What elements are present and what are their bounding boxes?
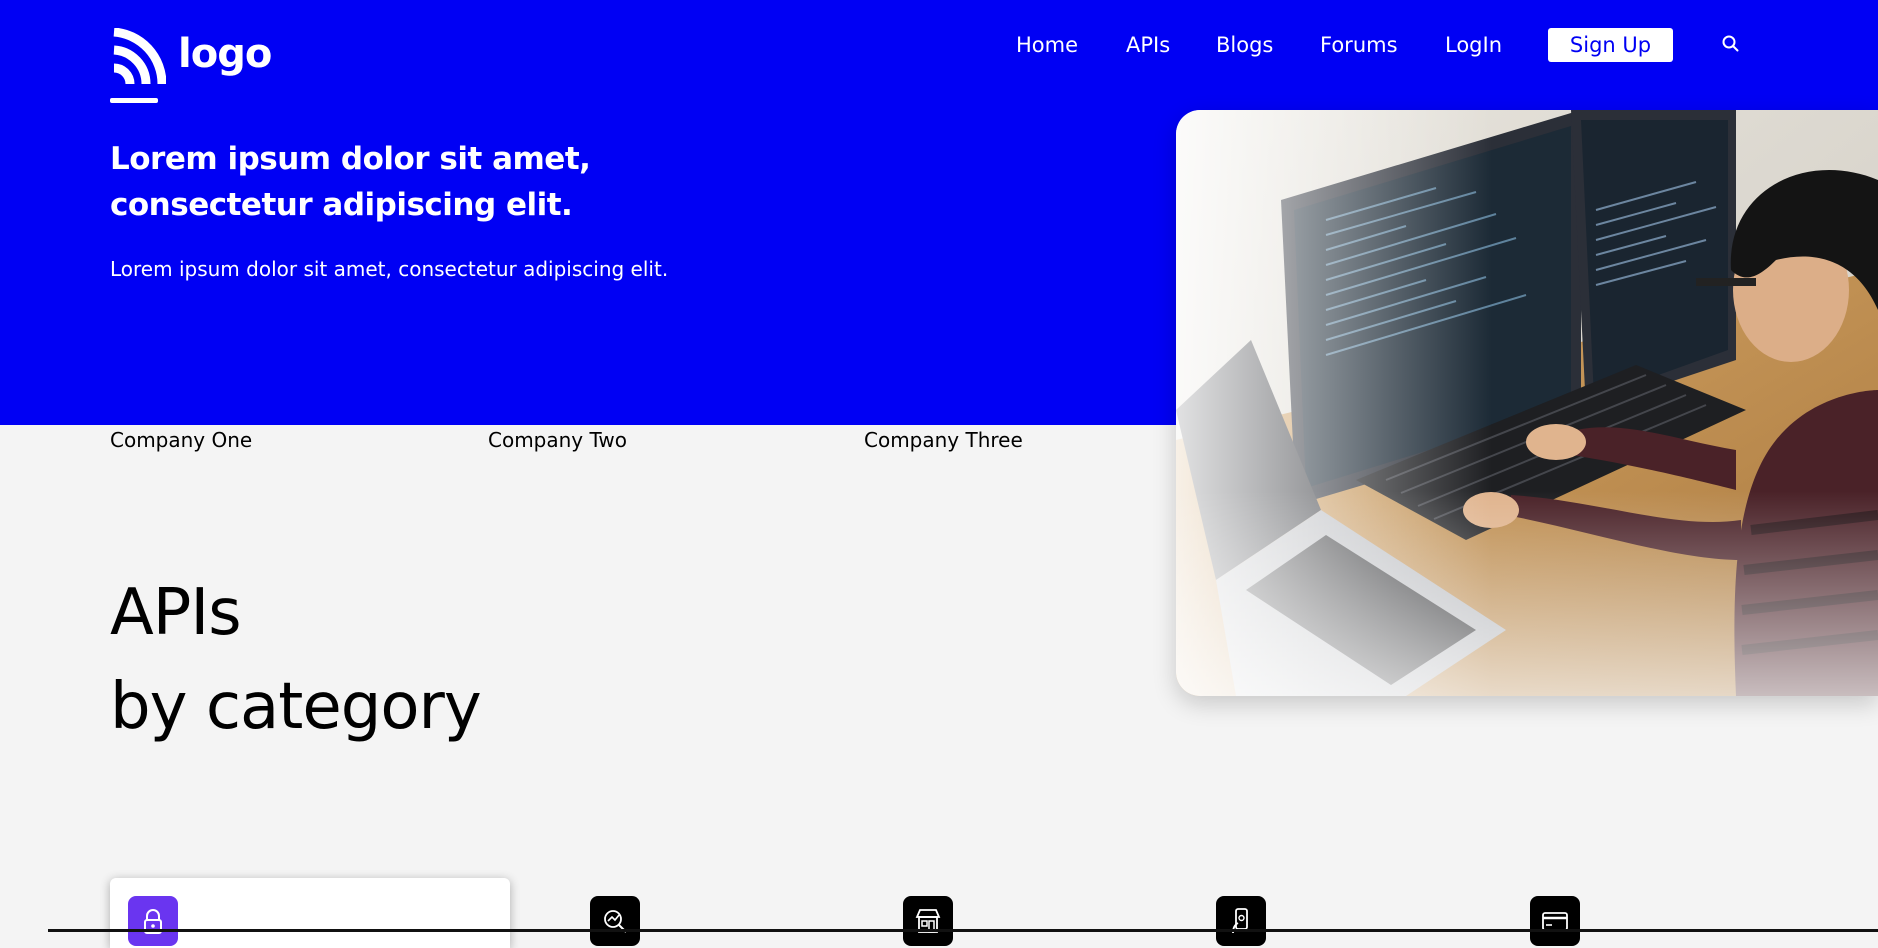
nav-apis[interactable]: APIs	[1126, 30, 1170, 60]
hero-photo	[1176, 110, 1878, 696]
lock-icon[interactable]	[128, 896, 178, 946]
company-three: Company Three	[864, 428, 1023, 452]
top-nav: Home APIs Blogs Forums LogIn Sign Up	[0, 24, 1878, 66]
nav-login[interactable]: LogIn	[1445, 30, 1502, 60]
nav-forums[interactable]: Forums	[1320, 30, 1398, 60]
hero-title: Lorem ipsum dolor sit amet, consectetur …	[110, 141, 591, 223]
section-title: APIs by category	[110, 566, 482, 754]
section-title-line2: by category	[110, 670, 482, 744]
signup-button[interactable]: Sign Up	[1548, 28, 1673, 62]
hero-subtitle: Lorem ipsum dolor sit amet, consectetur …	[110, 257, 669, 281]
magnifier-chart-icon[interactable]	[590, 896, 640, 946]
nav-blogs[interactable]: Blogs	[1216, 30, 1273, 60]
search-icon[interactable]	[1720, 33, 1742, 55]
logo-underline	[110, 98, 158, 103]
nav-home[interactable]: Home	[1016, 30, 1078, 60]
company-two: Company Two	[488, 428, 628, 452]
section-title-line1: APIs	[110, 576, 242, 650]
storefront-icon[interactable]	[903, 896, 953, 946]
company-one: Company One	[110, 428, 253, 452]
mobile-pay-icon[interactable]	[1216, 896, 1266, 946]
credit-card-icon[interactable]	[1530, 896, 1580, 946]
